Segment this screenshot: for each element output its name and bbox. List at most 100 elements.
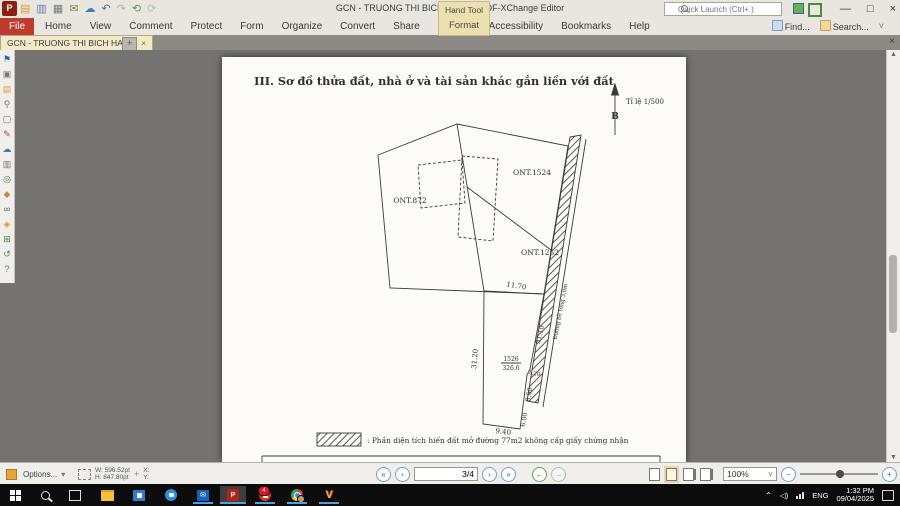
next-page-button[interactable]: › [482,467,497,482]
comments-pane-icon[interactable]: ▤ [1,82,14,97]
two-page-layout-icon[interactable] [683,468,694,481]
find-button[interactable]: Find... [772,20,810,32]
scrollbar-thumb[interactable] [889,255,897,333]
active-tool-indicator[interactable]: Hand Tool Format [438,1,490,36]
measurement-jog: 1.20 [528,370,542,379]
volume-icon[interactable]: ◁) [780,491,788,500]
v-app-icon[interactable]: V [316,486,342,504]
pdf-xchange-taskbar-icon[interactable]: P [220,486,246,504]
search-icon [681,5,688,12]
photos-app-icon[interactable] [126,486,152,504]
search-button[interactable]: Search... [820,20,869,32]
tray-expand-icon[interactable]: ⌃ [765,491,772,500]
launch-apps-icon[interactable] [793,3,804,14]
tab-title: GCN - TRUONG THI BICH HANH [7,36,135,51]
start-button[interactable] [2,486,28,504]
scroll-up-icon[interactable]: ▲ [887,51,900,58]
language-indicator[interactable]: ENG [812,491,828,500]
content-pane-icon[interactable]: ◆ [1,187,14,202]
system-tray: ⌃ ◁) ENG 1:32 PM 09/04/2025 [765,484,900,506]
tray-date: 09/04/2025 [836,494,874,503]
menu-convert[interactable]: Convert [331,21,384,32]
chrome-app-icon[interactable] [284,486,310,504]
close-button[interactable]: × [890,3,896,15]
zoom-out-button[interactable]: − [781,467,796,482]
file-explorer-icon[interactable] [94,486,120,504]
zoom-slider-thumb[interactable] [836,470,844,478]
menu-protect[interactable]: Protect [182,21,232,32]
single-page-layout-icon[interactable] [649,468,660,481]
two-page-continuous-icon[interactable] [700,468,711,481]
options-button[interactable]: Options... [23,470,57,479]
menu-organize[interactable]: Organize [273,21,332,32]
help-pane-icon[interactable]: ? [1,262,14,277]
plot-diagram: III. Sơ đồ thửa đất, nhà ở và tài sản kh… [222,57,686,462]
menu-home[interactable]: Home [36,21,81,32]
left-panel-toolbar: ⚑ ▣ ▤ ⚲ ▢ ✎ ☁ ▥ ◎ ◆ ∞ ◈ ⊞ ↺ ? [0,50,15,283]
zoom-level-select[interactable]: 100% ˅ [723,467,777,481]
zoom-slider[interactable] [800,473,878,475]
zoom-in-button[interactable]: + [882,467,897,482]
outlook-app-icon[interactable]: ✉ [190,486,216,504]
destinations-pane-icon[interactable]: ◎ [1,172,14,187]
menu-accessibility[interactable]: Accessibility [480,21,552,32]
pane-close-icon[interactable]: × [889,36,895,47]
last-page-button[interactable]: » [501,467,516,482]
task-view-icon[interactable] [62,486,88,504]
links-pane-icon[interactable]: ∞ [1,202,14,217]
main-parcel-outline [378,124,568,294]
attachments-pane-icon[interactable]: ⚲ [1,97,14,112]
lower-parcel-number: 1526 [503,356,518,363]
options-dropdown-icon[interactable]: ▾ [61,470,65,479]
first-page-button[interactable]: « [376,467,391,482]
stamps-pane-icon[interactable]: ☁ [1,142,14,157]
notification-badge: 4 [258,486,270,496]
previous-page-button[interactable]: ‹ [395,467,410,482]
network-icon[interactable] [796,492,804,499]
thumbnails-pane-icon[interactable]: ▣ [1,67,14,82]
vertical-scrollbar[interactable]: ▲ ▼ [886,50,900,462]
hand-tool-label: Hand Tool [439,2,489,15]
document-view: ⚑ ▣ ▤ ⚲ ▢ ✎ ☁ ▥ ◎ ◆ ∞ ◈ ⊞ ↺ ? [0,50,900,462]
view-back-button[interactable]: ← [532,467,547,482]
tab-close-icon[interactable]: × [141,36,146,51]
parcel-divider-line-2 [467,187,551,250]
height-readout: H: 847.80pt [95,474,130,481]
minimize-button[interactable]: — [840,3,851,15]
session-icon[interactable] [808,3,822,17]
menu-form[interactable]: Form [231,21,272,32]
messenger-app-icon[interactable] [158,486,184,504]
menu-file[interactable]: File [0,18,34,35]
menu-comment[interactable]: Comment [120,21,181,32]
view-forward-button[interactable]: → [551,467,566,482]
measure-tool-icon[interactable]: ⊞ [1,232,14,247]
menu-view[interactable]: View [81,21,121,32]
continuous-layout-icon[interactable] [666,468,677,481]
tags-pane-icon[interactable]: ◈ [1,217,14,232]
measurement-top: 11.70 [506,281,527,292]
bookmarks-pane-icon[interactable]: ⚑ [1,52,14,67]
document-tab-bar: GCN - TRUONG THI BICH HANH × + × [0,35,900,50]
page-number-input[interactable] [414,467,478,481]
red-messaging-app-icon[interactable]: 4 [252,486,278,504]
chevron-down-icon[interactable]: ˅ [879,21,884,31]
pdf-page: III. Sơ đồ thửa đất, nhà ở và tài sản kh… [222,57,686,462]
y-readout: Y: [143,474,149,481]
zoom-dropdown-icon[interactable]: ˅ [768,469,773,479]
menu-bookmarks[interactable]: Bookmarks [552,21,620,32]
optimize-tool-icon[interactable]: ↺ [1,247,14,262]
scroll-down-icon[interactable]: ▼ [887,454,900,461]
search-folder-icon [820,20,831,31]
menu-format[interactable]: Format [439,15,489,31]
new-tab-button[interactable]: + [122,37,137,51]
signatures-pane-icon[interactable]: ✎ [1,127,14,142]
north-label: B [611,112,619,122]
menu-share[interactable]: Share [384,21,429,32]
clock[interactable]: 1:32 PM 09/04/2025 [836,487,874,503]
menu-help[interactable]: Help [620,21,659,32]
action-center-icon[interactable] [882,490,894,501]
layers-pane-icon[interactable]: ▥ [1,157,14,172]
taskbar-search-icon[interactable] [32,486,58,504]
maximize-button[interactable]: □ [867,3,874,15]
fields-pane-icon[interactable]: ▢ [1,112,14,127]
